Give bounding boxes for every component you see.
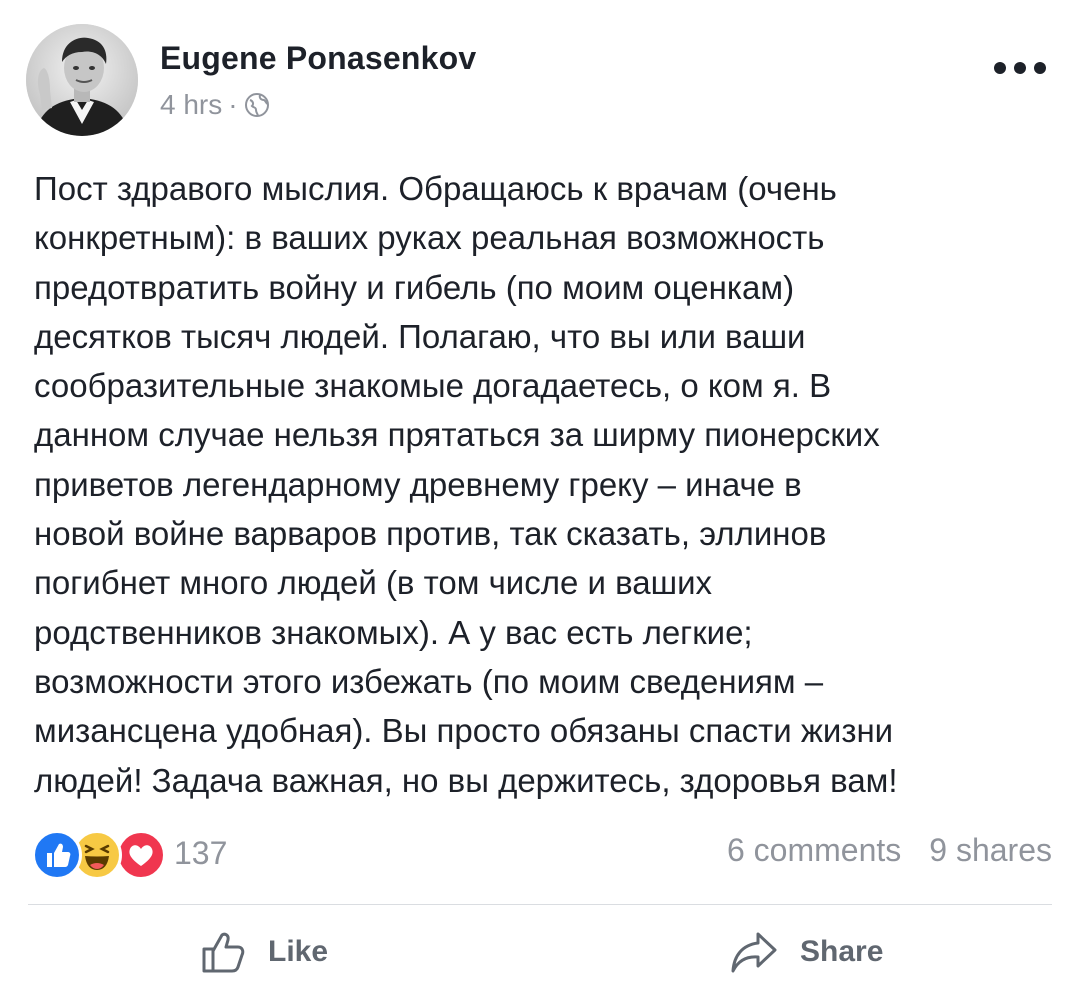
post-text-line: новой войне варваров против, так сказать…: [34, 515, 827, 553]
post-text-line: предотвратить войну и гибель (по моим оц…: [34, 268, 795, 306]
like-button[interactable]: Like: [200, 924, 328, 980]
post-meta: 4 hrs ·: [160, 88, 270, 122]
ellipsis-icon[interactable]: [994, 56, 1046, 80]
share-label: Share: [800, 935, 884, 968]
avatar[interactable]: [26, 24, 138, 136]
author-name[interactable]: Eugene Ponasenkov: [160, 40, 476, 77]
post-text-line: Пост здравого мыслия. Обращаюсь к врачам…: [34, 170, 837, 207]
globe-icon[interactable]: [244, 92, 270, 118]
share-button[interactable]: Share: [730, 924, 883, 980]
facebook-post: Eugene Ponasenkov 4 hrs · Пост здравого …: [0, 0, 1080, 996]
post-text-line: погибнет много людей (в том числе и ваши…: [34, 564, 713, 602]
post-text-line: людей! Задача важная, но вы держитесь, з…: [34, 761, 898, 799]
post-text-line: возможности этого избежать (по моим свед…: [34, 662, 824, 700]
thumbs-up-icon: [202, 932, 245, 973]
shares-count[interactable]: 9 shares: [929, 832, 1052, 869]
reaction-count: 137: [174, 834, 228, 871]
engagement-counts: 6 comments 9 shares: [727, 832, 1052, 869]
love-reaction-icon: [116, 830, 166, 880]
dot: [1014, 62, 1026, 74]
share-arrow-icon: [731, 932, 777, 973]
post-time[interactable]: 4 hrs: [160, 89, 222, 121]
post-text-line: приветов легендарному древнему греку – и…: [34, 465, 802, 503]
reactions-summary[interactable]: 137: [32, 830, 228, 880]
comments-count[interactable]: 6 comments: [727, 832, 901, 869]
post-text-line: сообразительные знакомые догадаетесь, о …: [34, 367, 832, 405]
post-text: Пост здравого мыслия. Обращаюсь к врачам…: [34, 164, 1064, 805]
meta-separator: ·: [228, 89, 238, 120]
post-text-line: родственников знакомых). А у вас есть ле…: [34, 613, 753, 651]
post-text-line: десятков тысяч людей. Полагаю, что вы ил…: [34, 317, 806, 355]
divider: [28, 904, 1052, 905]
post-text-line: мизансцена удобная). Вы просто обязаны с…: [34, 712, 894, 750]
dot: [1034, 62, 1046, 74]
like-reaction-icon: [32, 830, 82, 880]
dot: [994, 62, 1006, 74]
reaction-icons: [32, 830, 166, 880]
like-label: Like: [268, 935, 329, 968]
post-text-line: данном случае нельзя прятаться за ширму …: [34, 416, 880, 454]
post-text-line: конкретным): в ваших руках реальная возм…: [34, 219, 825, 257]
